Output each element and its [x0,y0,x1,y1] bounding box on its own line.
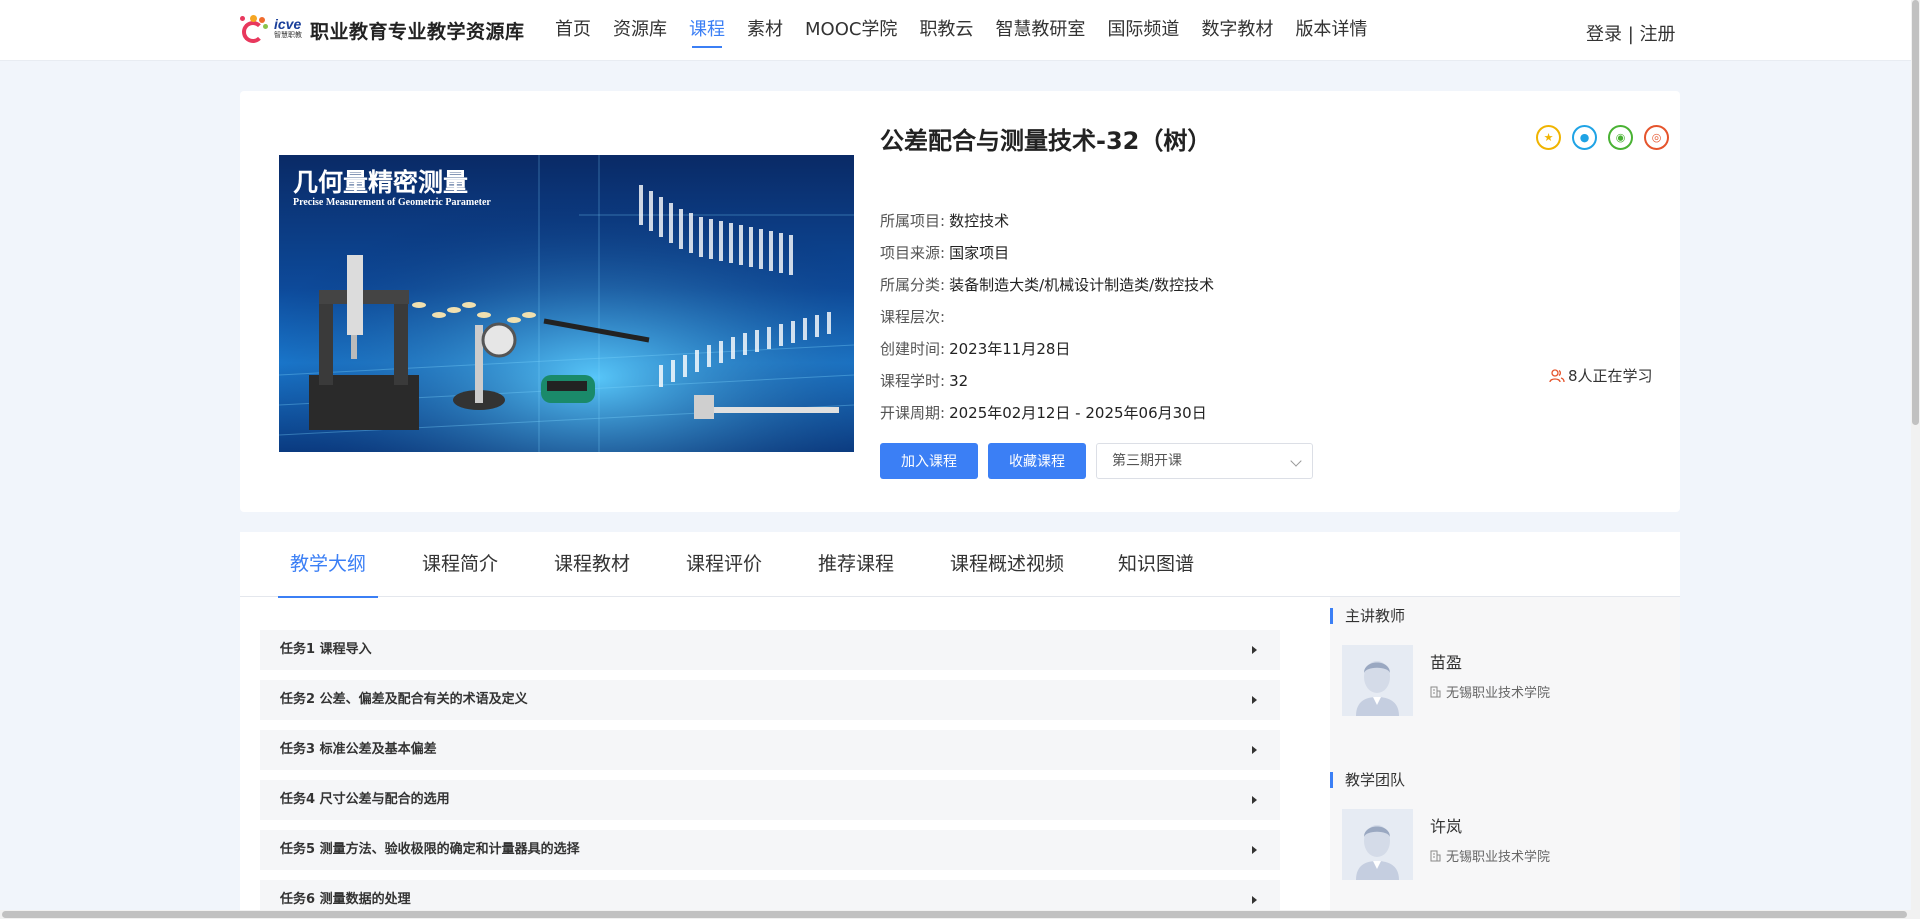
syllabus-item[interactable]: 任务3 标准公差及基本偏差 [260,730,1280,770]
team-heading: 教学团队 [1330,772,1405,788]
wechat-icon[interactable]: ◉ [1608,125,1633,150]
nav-home[interactable]: 首页 [555,0,591,60]
auth-links: 登录 | 注册 [1586,20,1676,46]
nav-smart-lab[interactable]: 智慧教研室 [995,0,1085,60]
scrollbar-thumb[interactable] [2,911,1907,918]
horizontal-scrollbar[interactable] [0,910,1911,919]
scrollbar-thumb[interactable] [1912,0,1919,425]
course-cover-image: 几何量精密测量 Precise Measurement of Geometric… [279,155,854,452]
info-row-period: 开课周期: 2025年02月12日 - 2025年06月30日 [880,404,1207,422]
register-link[interactable]: 注册 [1640,24,1676,45]
users-icon [1549,368,1565,382]
term-select-value: 第三期开课 [1112,453,1182,469]
building-icon [1430,850,1441,861]
top-navbar: icve 智慧职教 职业教育专业教学资源库 首页 资源库 课程 素材 MOOC学… [0,0,1920,61]
syllabus-item[interactable]: 任务2 公差、偏差及配合有关的术语及定义 [260,680,1280,720]
info-row-hours: 课程学时: 32 [880,372,969,390]
teacher-name: 许岚 [1430,817,1463,836]
syllabus-item[interactable]: 任务1 课程导入 [260,630,1280,670]
course-content-card: 教学大纲 课程简介 课程教材 课程评价 推荐课程 课程概述视频 知识图谱 任务1… [240,532,1680,919]
teacher-school: 无锡职业技术学院 [1430,682,1550,701]
favorite-icon[interactable]: ★ [1536,125,1561,150]
main-nav: 首页 资源库 课程 素材 MOOC学院 职教云 智慧教研室 国际频道 数字教材 … [555,0,1389,60]
syllabus-item[interactable]: 任务4 尺寸公差与配合的选用 [260,780,1280,820]
nav-international[interactable]: 国际频道 [1107,0,1179,60]
nav-digital-textbook[interactable]: 数字教材 [1201,0,1273,60]
logo-brand: icve 智慧职教 [274,16,302,39]
site-logo[interactable]: icve 智慧职教 职业教育专业教学资源库 [240,12,525,48]
nav-version-details[interactable]: 版本详情 [1295,0,1367,60]
vertical-scrollbar[interactable] [1911,0,1920,919]
tab-introduction[interactable]: 课程简介 [422,532,498,597]
info-row-created: 创建时间: 2023年11月28日 [880,340,1071,358]
nav-resources[interactable]: 资源库 [613,0,667,60]
tab-reviews[interactable]: 课程评价 [686,532,762,597]
nav-zjy[interactable]: 职教云 [919,0,973,60]
cover-subtitle: Precise Measurement of Geometric Paramet… [293,197,491,208]
tab-textbook[interactable]: 课程教材 [554,532,630,597]
caret-right-icon [1252,746,1257,754]
lead-teacher-heading: 主讲教师 [1330,608,1405,624]
info-row-category: 所属分类: 装备制造大类/机械设计制造类/数控技术 [880,276,1215,294]
nav-courses[interactable]: 课程 [689,0,725,60]
auth-separator: | [1627,24,1634,45]
tab-syllabus[interactable]: 教学大纲 [277,532,379,598]
teacher-name: 苗盈 [1430,653,1463,672]
info-row-source: 项目来源: 国家项目 [880,244,1010,262]
learning-count: 8人正在学习 [1549,365,1653,386]
caret-right-icon [1252,896,1257,904]
tab-knowledge-graph[interactable]: 知识图谱 [1118,532,1194,597]
course-tabs: 教学大纲 课程简介 课程教材 课程评价 推荐课程 课程概述视频 知识图谱 [240,532,1680,598]
collect-course-button[interactable]: 收藏课程 [988,443,1086,479]
info-row-level: 课程层次: [880,308,946,326]
course-info-list: 所属项目: 数控技术 项目来源: 国家项目 所属分类: 装备制造大类/机械设计制造类/… [880,205,1214,429]
logo-title: 职业教育专业教学资源库 [310,20,525,43]
avatar [1342,809,1413,880]
chevron-down-icon [1290,455,1302,467]
tab-overview-video[interactable]: 课程概述视频 [950,532,1064,597]
caret-right-icon [1252,846,1257,854]
login-link[interactable]: 登录 [1586,24,1622,45]
nav-materials[interactable]: 素材 [747,0,783,60]
info-row-project: 所属项目: 数控技术 [880,212,1010,230]
syllabus-list: 任务1 课程导入 任务2 公差、偏差及配合有关的术语及定义 任务3 标准公差及基… [260,630,1280,919]
teacher-sidebar: 主讲教师 苗盈 无锡职业技术学院 教学团队 许岚 无锡职业技术学院 [1330,597,1680,919]
course-header-card: 几何量精密测量 Precise Measurement of Geometric… [240,91,1680,512]
weibo-icon[interactable]: ◎ [1644,125,1669,150]
teacher-school: 无锡职业技术学院 [1430,846,1550,865]
learning-count-text: 8人正在学习 [1568,367,1653,385]
share-icons: ★ ● ◉ ◎ [1525,125,1669,150]
nav-mooc[interactable]: MOOC学院 [805,0,897,60]
term-select[interactable]: 第三期开课 [1096,443,1313,479]
building-icon [1430,686,1441,697]
syllabus-item[interactable]: 任务5 测量方法、验收极限的确定和计量器具的选择 [260,830,1280,870]
cover-title: 几何量精密测量 [293,168,469,197]
course-title: 公差配合与测量技术-32（树） [880,127,1212,155]
qq-icon[interactable]: ● [1572,125,1597,150]
caret-right-icon [1252,696,1257,704]
join-course-button[interactable]: 加入课程 [880,443,978,479]
logo-icon [240,15,270,45]
avatar [1342,645,1413,716]
caret-right-icon [1252,796,1257,804]
tab-recommended[interactable]: 推荐课程 [818,532,894,597]
caret-right-icon [1252,646,1257,654]
